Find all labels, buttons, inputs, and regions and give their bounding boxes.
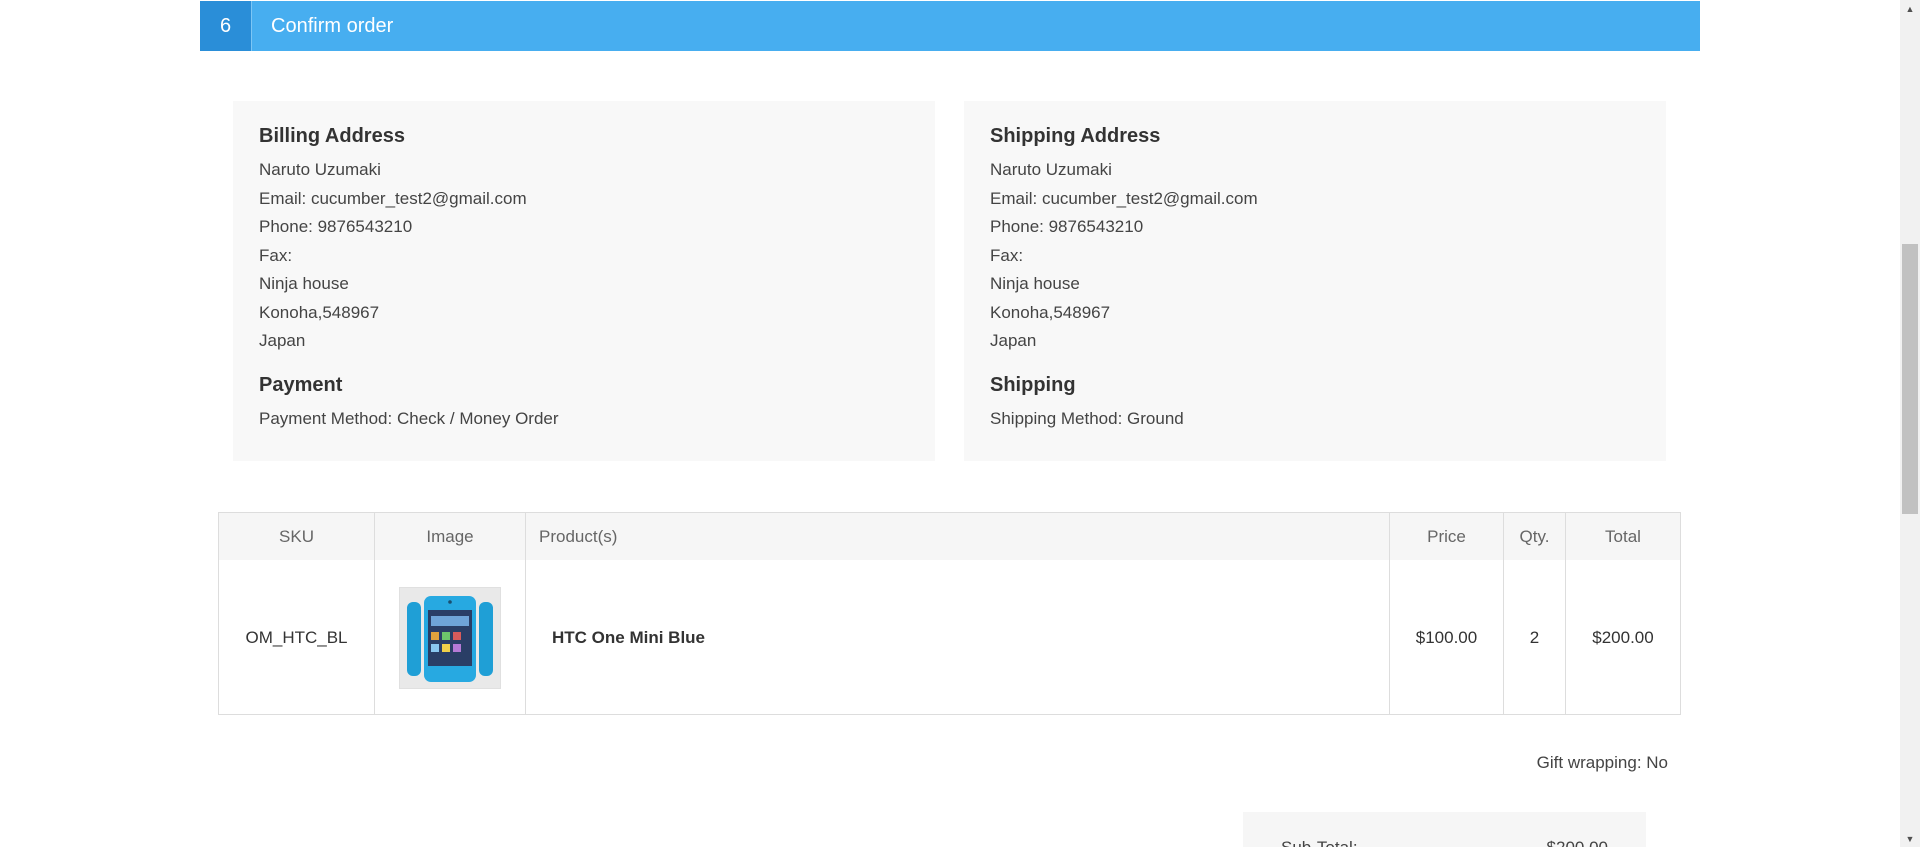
shipping-phone: Phone: 9876543210 (990, 217, 1144, 236)
header-total: Total (1605, 526, 1641, 546)
scroll-up-icon[interactable]: ▲ (1900, 0, 1920, 17)
subtotal-value: $200.00 (1547, 838, 1608, 847)
shipping-method: Shipping Method: Ground (990, 408, 1184, 428)
row-sku: OM_HTC_BL (245, 627, 348, 647)
billing-city-zip: Konoha,548967 (259, 302, 380, 322)
payment-method: Payment Method: Check / Money Order (259, 408, 559, 428)
shipping-address-line: Ninja house (990, 274, 1080, 293)
product-name-link[interactable]: HTC One Mini Blue (552, 628, 705, 648)
step-number: 6 (200, 1, 252, 51)
row-price: $100.00 (1415, 627, 1478, 647)
scrollbar-thumb[interactable] (1902, 244, 1918, 514)
billing-name: Naruto Uzumaki (259, 160, 381, 179)
step-title: Confirm order (271, 14, 394, 37)
confirm-order-step-header[interactable]: 6 Confirm order (200, 1, 1700, 51)
phone-thumbnail-icon (407, 595, 493, 682)
vertical-scrollbar[interactable]: ▲ ▼ (1900, 0, 1920, 847)
shipping-name: Naruto Uzumaki (990, 160, 1112, 179)
billing-email: Email: cucumber_test2@gmail.com (259, 188, 527, 208)
row-product-cell: HTC One Mini Blue (526, 560, 1386, 715)
shipping-country: Japan (990, 331, 1037, 350)
payment-heading: Payment (259, 373, 343, 396)
column-divider (374, 513, 375, 714)
billing-payment-panel: Billing Address Naruto Uzumaki Email: cu… (233, 101, 935, 461)
column-divider (525, 513, 526, 714)
subtotal-label: Sub-Total: (1281, 838, 1358, 847)
shipping-email: Email: cucumber_test2@gmail.com (990, 188, 1258, 208)
billing-phone: Phone: 9876543210 (259, 217, 413, 236)
header-sku: SKU (279, 526, 314, 546)
product-image[interactable] (399, 586, 501, 689)
column-divider (1503, 513, 1504, 714)
billing-address-line: Ninja house (259, 274, 349, 293)
shipping-heading: Shipping (990, 373, 1076, 396)
page: 6 Confirm order Billing Address Naruto U… (0, 0, 1900, 847)
header-qty: Qty. (1519, 526, 1550, 546)
row-qty: 2 (1529, 627, 1540, 647)
row-total: $200.00 (1592, 627, 1654, 647)
billing-country: Japan (259, 331, 306, 350)
row-image-cell (375, 560, 525, 715)
table-row: OM_HTC_BL HTC One Mini Blue $100.00 2 $2… (219, 560, 1680, 715)
shipping-panel: Shipping Address Naruto Uzumaki Email: c… (964, 101, 1666, 461)
shipping-city-zip: Konoha,548967 (990, 302, 1111, 322)
totals-box: Sub-Total: $200.00 (1243, 812, 1646, 847)
cart-header-row: SKU Image Product(s) Price Qty. Total (219, 513, 1680, 560)
header-image: Image (426, 526, 474, 546)
scroll-down-icon[interactable]: ▼ (1900, 830, 1920, 847)
column-divider (1565, 513, 1566, 714)
shipping-fax: Fax: (990, 245, 1024, 265)
header-product: Product(s) (539, 526, 618, 546)
billing-address-heading: Billing Address (259, 125, 405, 147)
header-price: Price (1427, 526, 1466, 546)
billing-fax: Fax: (259, 245, 293, 265)
gift-wrapping-status: Gift wrapping: No (1536, 753, 1668, 772)
shipping-address-heading: Shipping Address (990, 125, 1161, 147)
column-divider (1389, 513, 1390, 714)
cart-table: SKU Image Product(s) Price Qty. Total OM… (218, 512, 1681, 715)
